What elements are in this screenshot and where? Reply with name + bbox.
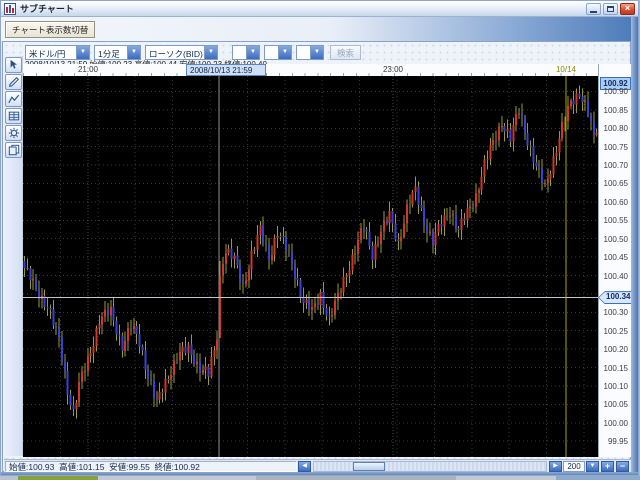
pencil-tool-button[interactable] (5, 74, 22, 90)
price-tick: 100.15 (599, 364, 628, 373)
extra-combo-1[interactable]: ▼ (232, 45, 260, 60)
window-right-border (631, 17, 638, 472)
chart-controls-row: 米ドル/円 ▼ 1分足 ▼ ローソク(BID) ▼ ▼ ▼ ▼ (25, 44, 361, 60)
grid-tool-icon (8, 110, 20, 122)
bar-count-field[interactable]: 200 (563, 461, 585, 472)
price-tick: 100.80 (599, 124, 628, 133)
price-tick: 99.95 (599, 437, 628, 446)
price-tick: 100.85 (599, 106, 628, 115)
time-label: 10/14 (548, 65, 584, 74)
extra-combo-3-value (297, 46, 310, 59)
chart-count-toggle-button[interactable]: チャート表示数切替 (5, 21, 95, 38)
scroll-track[interactable] (313, 461, 547, 472)
crosshair-price-pointer: 100.34 (598, 291, 632, 304)
price-tick: 100.65 (599, 179, 628, 188)
maximize-icon (607, 6, 614, 12)
chart-style-combo[interactable]: ローソク(BID) ▼ (145, 45, 218, 60)
pointer-tool-button[interactable] (5, 57, 22, 73)
scroll-thumb[interactable] (353, 462, 385, 471)
chart-panel: 米ドル/円 ▼ 1分足 ▼ ローソク(BID) ▼ ▼ ▼ ▼ (2, 41, 631, 472)
app-icon (4, 3, 16, 15)
close-icon: × (625, 4, 630, 13)
chart-style-value: ローソク(BID) (146, 46, 204, 59)
close-button[interactable]: × (620, 3, 635, 15)
scroll-right-button[interactable]: ▶ (549, 461, 562, 472)
window-bottom-border (1, 472, 638, 475)
extra-combo-2-value (265, 46, 278, 59)
chevron-down-icon[interactable]: ▼ (204, 46, 217, 59)
time-axis: 2008/10/13 21:59 21:00 23:00 10/14 (23, 64, 598, 76)
bottom-bar: 始値:100.93 高値:101.15 安値:99.55 終値:100.92 ◀… (4, 459, 631, 472)
price-axis: 100.92 100.34 100.90100.85100.80100.7510… (598, 64, 631, 457)
chevron-down-icon[interactable]: ▼ (76, 46, 89, 59)
titlebar: サブチャート × (1, 1, 638, 17)
line-chart-tool-icon (8, 93, 20, 105)
settings-tool-button[interactable] (5, 125, 22, 141)
minimize-icon (590, 11, 597, 13)
search-button[interactable]: 検索 (330, 45, 361, 60)
zoom-out-button[interactable]: − (616, 461, 629, 472)
price-tick: 100.20 (599, 345, 628, 354)
crosshair-time-tooltip: 2008/10/13 21:59 (186, 64, 266, 76)
price-tick: 100.75 (599, 143, 628, 152)
scroll-left-button[interactable]: ◀ (298, 461, 311, 472)
chevron-down-icon: ▼ (590, 463, 596, 469)
maximize-button[interactable] (603, 3, 618, 15)
chevron-down-icon[interactable]: ▼ (278, 46, 291, 59)
arrow-right-icon: ▶ (553, 463, 558, 469)
arrow-left-icon: ◀ (302, 463, 307, 469)
symbol-value: 米ドル/円 (26, 46, 76, 59)
price-tick: 100.90 (599, 87, 628, 96)
chevron-down-icon[interactable]: ▼ (246, 46, 259, 59)
bar-count-dropdown-button[interactable]: ▼ (586, 461, 599, 472)
time-label: 23:00 (375, 65, 411, 74)
price-tick: 100.30 (599, 308, 628, 317)
extra-combo-2[interactable]: ▼ (264, 45, 292, 60)
price-tick: 100.05 (599, 400, 628, 409)
session-summary: 始値:100.93 高値:101.15 安値:99.55 終値:100.92 (5, 461, 297, 472)
chevron-down-icon[interactable]: ▼ (310, 46, 323, 59)
settings-gear-icon (8, 127, 20, 139)
copy-page-tool-button[interactable] (5, 142, 22, 158)
price-tick: 100.50 (599, 235, 628, 244)
background-windows (0, 476, 640, 480)
price-tick: 100.25 (599, 327, 628, 336)
timeframe-value: 1分足 (95, 46, 127, 59)
price-tick: 100.45 (599, 253, 628, 262)
side-toolbar (4, 56, 23, 456)
grid-tool-button[interactable] (5, 108, 22, 124)
price-tick: 100.40 (599, 272, 628, 281)
price-tick: 100.60 (599, 198, 628, 207)
symbol-combo[interactable]: 米ドル/円 ▼ (25, 45, 90, 60)
price-tick: 100.10 (599, 382, 628, 391)
extra-combo-3[interactable]: ▼ (296, 45, 324, 60)
extra-combo-1-value (233, 46, 246, 59)
pointer-tool-icon (8, 59, 20, 71)
zoom-in-button[interactable]: + (601, 461, 614, 472)
subchart-window: サブチャート × チャート表示数切替 米ドル/円 ▼ 1分足 ▼ ローソク(BI… (0, 0, 639, 476)
price-tick: 100.55 (599, 216, 628, 225)
pencil-tool-icon (8, 76, 20, 88)
timeframe-combo[interactable]: 1分足 ▼ (94, 45, 141, 60)
upper-toolbar: チャート表示数切替 (1, 17, 638, 41)
price-tick: 100.70 (599, 161, 628, 170)
line-chart-tool-button[interactable] (5, 91, 22, 107)
window-title: サブチャート (20, 2, 584, 15)
price-tick: 100.00 (599, 419, 628, 428)
time-label: 21:00 (70, 65, 106, 74)
chevron-down-icon[interactable]: ▼ (127, 46, 140, 59)
candlestick-chart[interactable] (23, 76, 598, 457)
copy-page-icon (8, 144, 20, 156)
minimize-button[interactable] (586, 3, 601, 15)
